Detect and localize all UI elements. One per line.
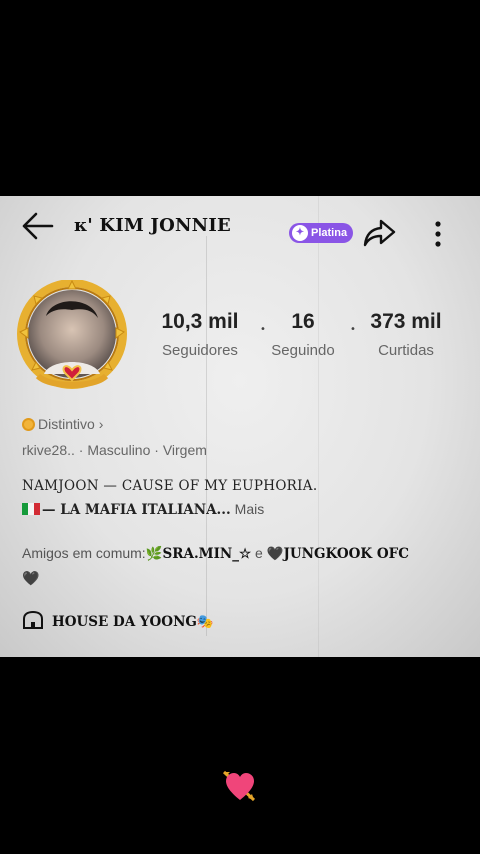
distintivo-icon (22, 418, 35, 431)
platina-label: Platina (311, 227, 348, 239)
stat-value: 16 (291, 310, 315, 333)
share-icon[interactable] (362, 218, 396, 248)
house-link[interactable]: HOUSE DA YOONG🎭 (22, 610, 214, 630)
italy-flag-icon (22, 503, 40, 515)
more-vertical-icon[interactable] (430, 219, 446, 249)
more-link[interactable]: Mais (235, 501, 265, 517)
stat-curtidas[interactable]: 373 mil Curtidas (356, 310, 456, 359)
avatar[interactable] (16, 280, 134, 398)
distintivo-label: Distintivo (38, 416, 95, 432)
house-label: HOUSE DA YOONG🎭 (52, 614, 214, 630)
platina-badge[interactable]: ✦ Platina (289, 223, 354, 243)
mutual-friends-prefix: Amigos em comum: (22, 545, 146, 561)
mutual-friend-link[interactable]: 🌿SRA.MIN_☆ (146, 546, 251, 562)
bio-line-1: NAMJOON — CAUSE OF MY EUPHORIA. (22, 478, 318, 494)
back-arrow-icon[interactable] (20, 210, 56, 242)
mutual-friends: Amigos em comum:🌿SRA.MIN_☆ e 🖤JUNGKOOK O… (22, 541, 462, 590)
mutual-friend-link[interactable]: 🖤JUNGKOOK OFC (267, 546, 409, 562)
stat-label: Curtidas (378, 342, 434, 359)
stat-label: Seguidores (162, 342, 238, 359)
mutual-friends-tail: 🖤 (22, 570, 40, 586)
profile-name: ᴋ' KIM JONNIE (74, 215, 231, 236)
stat-seguidores[interactable]: 10,3 mil Seguidores (150, 310, 250, 359)
bio-line-2: — LA MAFIA ITALIANA... Mais (22, 501, 264, 518)
profile-meta: rkive28.. · Masculino · Virgem (22, 442, 207, 458)
profile-card: ᴋ' KIM JONNIE ✦ Platina 10,3 mil Seguido… (0, 196, 480, 657)
top-bar: ᴋ' KIM JONNIE ✦ Platina (0, 206, 480, 249)
stat-value: 10,3 mil (161, 310, 239, 333)
stat-label: Seguindo (271, 342, 335, 359)
bio-line-2-text: — LA MAFIA ITALIANA... (42, 502, 231, 518)
house-icon (23, 610, 43, 629)
distintivo-link[interactable]: Distintivo › (22, 416, 103, 432)
chevron-right-icon: › (98, 416, 104, 432)
platina-icon: ✦ (292, 225, 308, 241)
mutual-friends-and: e (255, 545, 263, 561)
heart-arrow-icon (222, 770, 256, 802)
stat-seguindo[interactable]: 16 Seguindo (262, 310, 344, 359)
stat-value: 373 mil (370, 310, 442, 333)
